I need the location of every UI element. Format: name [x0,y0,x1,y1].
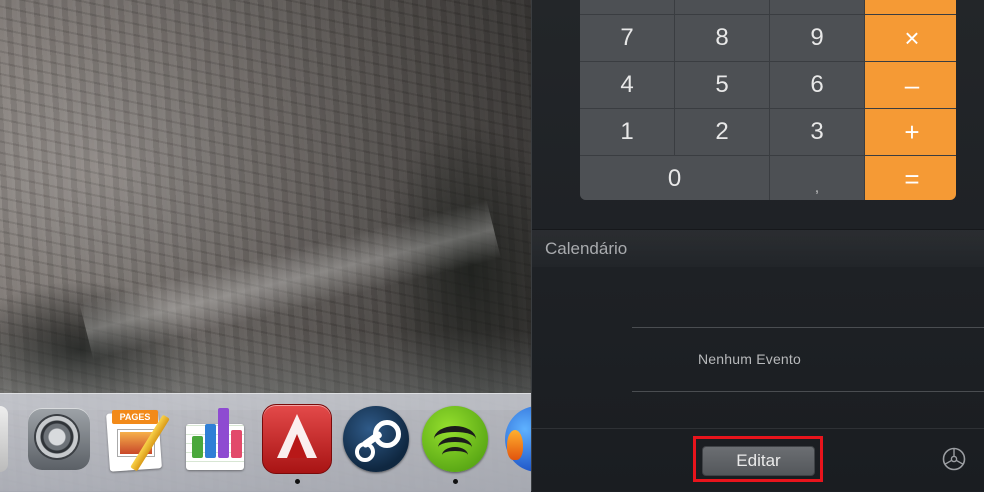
calendar-widget-header: Calendário [532,229,984,267]
calc-key-0[interactable]: 0 [580,156,769,200]
calc-key-6[interactable]: 6 [770,62,864,108]
calc-key-equals[interactable]: = [865,156,956,200]
divider [632,327,984,328]
calc-key-9[interactable]: 9 [770,15,864,61]
calc-key-1[interactable]: 1 [580,109,674,155]
calc-key-subtract[interactable]: – [865,62,956,108]
calc-key-2[interactable]: 2 [675,109,769,155]
running-indicator [453,479,458,484]
autocad-icon[interactable] [262,404,332,484]
calc-key-multiply[interactable]: × [865,15,956,61]
calendar-title: Calendário [545,239,628,258]
calc-key-4[interactable]: 4 [580,62,674,108]
running-indicator [295,479,300,484]
calc-key-add[interactable]: + [865,109,956,155]
calc-key-stub [770,0,864,14]
calculator-widget: 7 8 9 × 4 5 6 – 1 2 3 + 0 , = [580,0,956,200]
notification-center-panel: 7 8 9 × 4 5 6 – 1 2 3 + 0 , = Calendário… [531,0,984,491]
divider [632,391,984,392]
calc-key-stub [580,0,674,14]
calc-key-8[interactable]: 8 [675,15,769,61]
calc-key-decimal[interactable]: , [770,156,864,200]
calc-key-3[interactable]: 3 [770,109,864,155]
dock-app-partial-left[interactable] [0,406,8,472]
calc-key-7[interactable]: 7 [580,15,674,61]
system-preferences-icon[interactable] [26,406,92,472]
numbers-icon[interactable] [184,406,250,472]
spotify-icon[interactable] [422,406,488,484]
calc-key-5[interactable]: 5 [675,62,769,108]
calc-key-stub [865,0,956,14]
edit-button[interactable]: Editar [702,446,815,476]
calc-key-stub [675,0,769,14]
dock: PAGES [0,393,531,492]
steam-icon[interactable] [343,406,409,472]
dock-app-partial-right[interactable] [505,406,531,472]
gear-icon[interactable] [941,446,967,472]
divider [532,428,984,429]
pages-icon[interactable]: PAGES [104,406,170,472]
calendar-empty-message: Nenhum Evento [698,351,801,367]
